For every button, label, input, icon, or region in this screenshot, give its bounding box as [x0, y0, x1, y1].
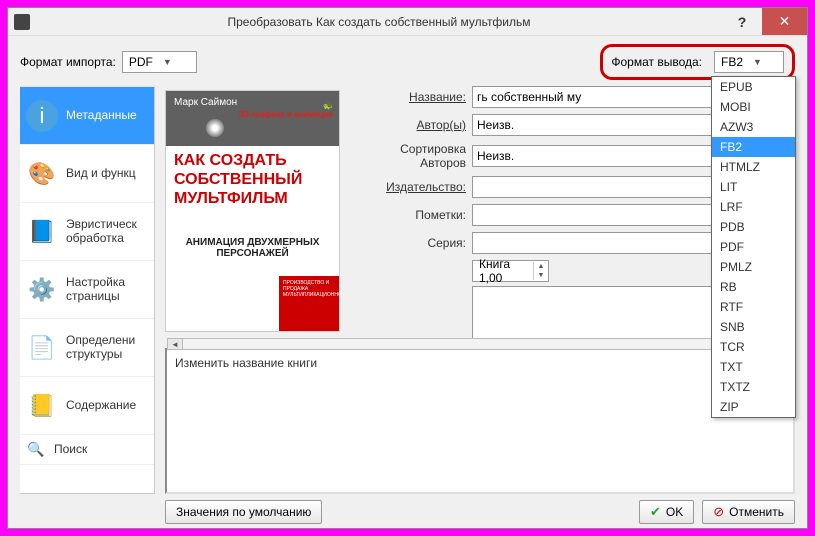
dropdown-option[interactable]: LIT [712, 177, 795, 197]
content-area: i Метаданные 🎨 Вид и функц 📘 Эвристическ… [8, 86, 807, 494]
dropdown-option[interactable]: MOBI [712, 97, 795, 117]
spinner-down-icon[interactable]: ▼ [534, 271, 548, 280]
series-field-label: Серия: [354, 236, 466, 250]
output-format-dropdown[interactable]: EPUBMOBIAZW3FB2HTMLZLITLRFPDBPDFPMLZRBRT… [711, 76, 796, 418]
bottom-bar: Значения по умолчанию ✔ OK ⊘ Отменить [8, 494, 807, 530]
dropdown-option[interactable]: PDB [712, 217, 795, 237]
publisher-field-label: Издательство: [354, 180, 466, 194]
check-icon: ✔ [650, 504, 661, 520]
window-buttons: ? ✕ [722, 8, 807, 35]
spinner-controls: ▲ ▼ [533, 262, 548, 280]
sidebar: i Метаданные 🎨 Вид и функц 📘 Эвристическ… [20, 86, 155, 494]
sidebar-item-heuristic[interactable]: 📘 Эвристическ обработка [20, 203, 154, 261]
cover-preview: Марк Саймон 🐢3D-графика и анимация КАК С… [165, 90, 340, 332]
import-format-value: PDF [129, 55, 153, 69]
series-index-spinner[interactable]: Книга 1,00 ▲ ▼ [472, 260, 549, 282]
dropdown-option[interactable]: TCR [712, 337, 795, 357]
top-row: Формат импорта: PDF ▼ Формат вывода: FB2… [8, 36, 807, 86]
dropdown-option[interactable]: PDF [712, 237, 795, 257]
scroll-track[interactable] [183, 338, 777, 350]
output-format-combo-wrap: FB2 ▼ [714, 51, 784, 73]
lower-pane: ◄ ► Изменить название книги [165, 348, 795, 494]
sidebar-item-look-feel[interactable]: 🎨 Вид и функц [20, 145, 154, 203]
main-area: Марк Саймон 🐢3D-графика и анимация КАК С… [165, 86, 795, 494]
window-title: Преобразовать Как создать собственный му… [36, 15, 722, 29]
sidebar-item-label: Поиск [54, 443, 87, 457]
preview-badge: 🐢3D-графика и анимация [239, 101, 333, 119]
horizontal-scrollbar[interactable]: ◄ ► [167, 338, 793, 350]
sidebar-item-label: Содержание [66, 399, 136, 413]
sidebar-item-page-setup[interactable]: ⚙️ Настройка страницы [20, 261, 154, 319]
disc-icon [206, 119, 224, 137]
sidebar-item-structure[interactable]: 📄 Определени структуры [20, 319, 154, 377]
dropdown-option[interactable]: TXTZ [712, 377, 795, 397]
output-format-highlight: Формат вывода: FB2 ▼ [600, 44, 795, 80]
gear-icon: ⚙️ [26, 274, 58, 306]
sidebar-item-search[interactable]: 🔍 Поиск [20, 435, 154, 465]
preview-subtitle: АНИМАЦИЯ ДВУХМЕРНЫХ ПЕРСОНАЖЕЙ [174, 237, 331, 259]
ok-button[interactable]: ✔ OK [639, 500, 694, 524]
dropdown-option[interactable]: PMLZ [712, 257, 795, 277]
info-icon: i [26, 100, 58, 132]
dropdown-option[interactable]: LRF [712, 197, 795, 217]
dropdown-option[interactable]: HTMLZ [712, 157, 795, 177]
dropdown-option[interactable]: TXT [712, 357, 795, 377]
button-label: Значения по умолчанию [176, 505, 311, 519]
defaults-button[interactable]: Значения по умолчанию [165, 500, 322, 524]
titlebar: Преобразовать Как создать собственный му… [8, 8, 807, 36]
cancel-icon: ⊘ [713, 504, 724, 520]
output-format-label: Формат вывода: [611, 55, 702, 69]
dropdown-option[interactable]: FB2 [712, 137, 795, 157]
help-button[interactable]: ? [722, 8, 762, 35]
chevron-down-icon: ▼ [753, 57, 762, 67]
paint-icon: 🎨 [26, 158, 58, 190]
sidebar-item-label: Определени структуры [66, 334, 148, 362]
author-field-label: Автор(ы) [354, 118, 466, 132]
dialog-window: Преобразовать Как создать собственный му… [7, 7, 808, 529]
sidebar-item-metadata[interactable]: i Метаданные [20, 87, 154, 145]
list-icon: 📄 [26, 332, 58, 364]
preview-redbox: ПРОИЗВОДСТВО И ПРОДАЖА МУЛЬТИПЛИКАЦИОННО… [279, 276, 339, 331]
button-label: OK [666, 505, 683, 519]
import-format-combo[interactable]: PDF ▼ [122, 51, 197, 73]
dropdown-option[interactable]: AZW3 [712, 117, 795, 137]
sidebar-item-label: Вид и функц [66, 167, 136, 181]
tags-field-label: Пометки: [354, 208, 466, 222]
search-icon: 🔍 [26, 440, 46, 460]
spinner-value: Книга 1,00 [473, 257, 533, 285]
button-label: Отменить [729, 505, 784, 519]
sidebar-item-label: Настройка страницы [66, 276, 148, 304]
spinner-up-icon[interactable]: ▲ [534, 262, 548, 271]
import-format-combo-wrap: PDF ▼ [122, 51, 197, 73]
wand-icon: 📘 [26, 216, 58, 248]
scroll-left-icon[interactable]: ◄ [167, 338, 183, 350]
preview-title: КАК СОЗДАТЬ СОБСТВЕННЫЙ МУЛЬТФИЛЬМ [174, 151, 331, 209]
dropdown-option[interactable]: RB [712, 277, 795, 297]
chevron-down-icon: ▼ [163, 57, 172, 67]
sidebar-item-label: Метаданные [66, 109, 137, 123]
upper-pane: Марк Саймон 🐢3D-графика и анимация КАК С… [165, 86, 795, 344]
output-format-combo[interactable]: FB2 ▼ [714, 51, 784, 73]
import-format-label: Формат импорта: [20, 55, 116, 69]
sidebar-item-toc[interactable]: 📒 Содержание [20, 377, 154, 435]
dropdown-option[interactable]: EPUB [712, 77, 795, 97]
cancel-button[interactable]: ⊘ Отменить [702, 500, 795, 524]
close-button[interactable]: ✕ [762, 8, 807, 35]
dropdown-option[interactable]: SNB [712, 317, 795, 337]
lower-text: Изменить название книги [175, 356, 317, 370]
book-icon: 📒 [26, 390, 58, 422]
sidebar-item-label: Эвристическ обработка [66, 218, 148, 246]
title-field-label: Название: [354, 90, 466, 104]
app-icon [14, 14, 30, 30]
authorsort-field-label: Сортировка Авторов [354, 142, 466, 170]
output-format-value: FB2 [721, 55, 743, 69]
dropdown-option[interactable]: ZIP [712, 397, 795, 417]
dropdown-option[interactable]: RTF [712, 297, 795, 317]
